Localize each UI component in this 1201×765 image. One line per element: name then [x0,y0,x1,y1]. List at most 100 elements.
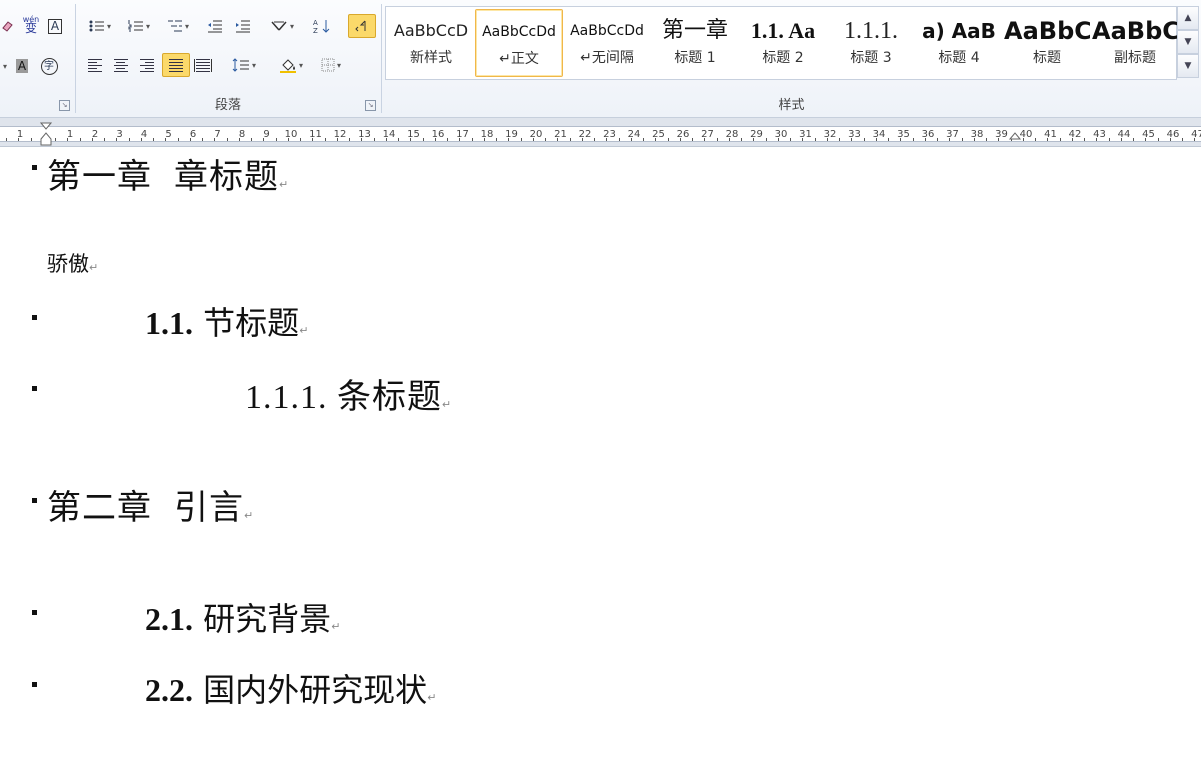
ruler-tick [1072,138,1073,141]
ruler-tick [606,138,607,141]
increase-indent-button[interactable] [232,15,254,37]
ruler-tick [655,138,656,141]
ruler-tick [937,138,938,141]
distributed-icon [194,58,212,72]
ruler-tick [974,138,975,141]
ruler-tick [6,138,7,141]
ruler-tick [619,138,620,141]
paragraph-dialog-launcher[interactable]: ↘ [365,100,376,111]
enclose-characters-button[interactable]: 字 [38,55,60,77]
multilevel-list-button[interactable] [162,15,194,37]
heading-2-paragraph[interactable]: 2.2. 国内外研究现状↵ [145,665,436,711]
body-paragraph[interactable]: 骄傲↵ [47,248,98,278]
ruler-tick [92,138,93,141]
paragraph-mark: ↵ [299,324,309,337]
ruler-tick [888,138,889,141]
ruler-tick [802,138,803,141]
heading-1-paragraph[interactable]: 第二章 引言↵ [47,480,254,529]
ruler-tick [704,138,705,141]
bullets-button[interactable] [84,15,116,37]
phonetic-guide-button[interactable]: wén 变 [20,13,42,35]
shading-button[interactable] [274,54,308,76]
right-indent-marker[interactable] [1009,128,1021,140]
clear-formatting-button[interactable] [0,15,14,37]
ruler-tick [668,138,669,141]
paint-bucket-icon [279,59,296,73]
heading-number: 第二章 [47,488,152,528]
ruler-number: 9 [263,129,270,140]
ruler-tick [766,138,767,141]
sort-button[interactable]: AZ [310,15,334,37]
ruler-tick [104,138,105,141]
ruler-tick [582,138,583,141]
ruler-tick [165,138,166,141]
ruler-tick [214,138,215,141]
ruler-number: 24 [627,129,641,140]
ruler-tick [1084,138,1085,141]
ruler-tick [1047,138,1048,141]
show-hide-marks-button[interactable] [348,14,376,38]
ruler-tick [300,138,301,141]
ruler-tick [239,138,240,141]
align-center-button[interactable] [110,54,132,76]
heading-2-paragraph[interactable]: 1.1. 节标题↵ [145,298,308,344]
heading-number: 1.1. [145,305,193,341]
ruler-tick [1133,138,1134,141]
ruler-number: 34 [872,129,886,140]
ruler-tick [827,138,828,141]
borders-button[interactable] [316,54,346,76]
ruler-tick [1182,138,1183,141]
font-color-dropdown-partial[interactable] [0,55,8,77]
decrease-indent-button[interactable] [204,15,226,37]
character-shading-icon: A [15,59,29,73]
character-shading-button[interactable]: A [12,55,32,77]
align-right-button[interactable] [136,54,158,76]
ruler-tick [876,138,877,141]
heading-text: 国内外研究现状 [203,671,428,709]
line-spacing-button[interactable] [228,54,260,76]
ruler-number: 32 [823,129,837,140]
ruler-tick [864,138,865,141]
ruler-tick [337,138,338,141]
character-border-button[interactable]: A [46,15,64,37]
heading-1-paragraph[interactable]: 第一章 章标题↵ [47,149,289,198]
ruler-tick [729,138,730,141]
ribbon: wén 变 A A 字 ↘ [0,0,1201,118]
ruler-number: 7 [214,129,221,140]
align-left-button[interactable] [84,54,106,76]
ruler-tick [398,138,399,141]
ruler-number: 36 [921,129,935,140]
ruler-tick [594,138,595,141]
chinese-layout-button[interactable] [266,15,298,37]
paragraph-bullet [32,498,37,503]
numbering-button[interactable] [122,15,156,37]
distributed-button[interactable] [192,54,214,76]
ruler-number: 18 [480,129,494,140]
heading-3-paragraph[interactable]: 1.1.1. 条标题↵ [245,369,452,418]
font-group-partial: wén 变 A A 字 ↘ [0,0,74,117]
ruler-tick [276,138,277,141]
numbering-icon [128,20,143,32]
ruler-tick [423,138,424,141]
first-line-indent-marker[interactable] [40,122,52,146]
ruler-tick [1060,138,1061,141]
justify-button[interactable] [162,53,190,77]
font-dialog-launcher[interactable]: ↘ [59,100,70,111]
ruler-tick [717,138,718,141]
ruler-tick [31,138,32,141]
ruler-tick [508,138,509,141]
paragraph-mark: ↵ [89,261,99,274]
enclose-characters-icon: 字 [40,57,58,75]
document-page[interactable]: 第一章 章标题↵ 骄傲↵ 1.1. 节标题↵ 1.1.1. 条标题↵ 第二章 引言↵… [0,147,1201,765]
ruler-tick [496,138,497,141]
ruler-number: 22 [578,129,592,140]
ruler-tick [1096,138,1097,141]
phonetic-guide-char: 变 [24,21,37,35]
ruler-number: 42 [1068,129,1082,140]
ruler-tick [815,138,816,141]
ruler-number: 3 [116,129,123,140]
heading-2-paragraph[interactable]: 2.1. 研究背景↵ [145,594,340,640]
heading-number: 2.2. [145,672,193,708]
ruler-number: 38 [970,129,984,140]
ruler-tick [851,138,852,141]
